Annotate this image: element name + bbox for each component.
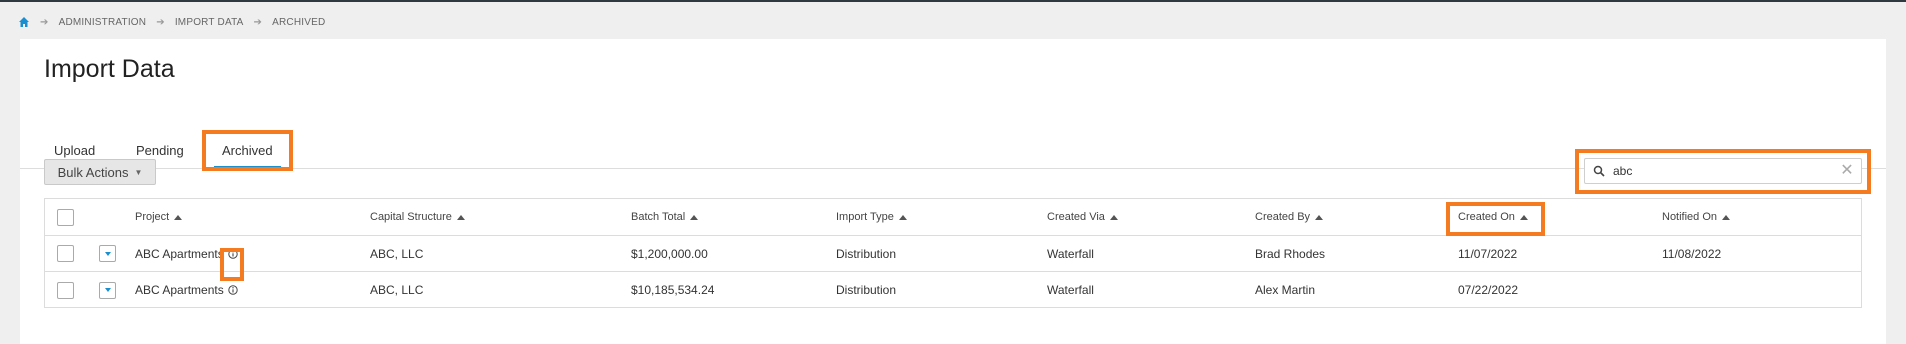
created-on-cell: 11/07/2022 xyxy=(1458,246,1518,261)
clear-search-icon[interactable]: ✕ xyxy=(1839,162,1855,180)
row-expand-button[interactable] xyxy=(99,281,116,299)
info-icon[interactable] xyxy=(228,285,238,295)
tab-pending[interactable]: Pending xyxy=(136,143,184,158)
capital-structure-cell: ABC, LLC xyxy=(370,283,424,297)
column-header-created-by[interactable]: Created By xyxy=(1255,199,1324,235)
archived-imports-table: Project Capital Structure Batch Total Im… xyxy=(44,198,1862,308)
chevron-down-icon: ▼ xyxy=(134,167,143,177)
row-checkbox[interactable] xyxy=(57,245,74,262)
tab-upload[interactable]: Upload xyxy=(54,143,95,158)
table-header-row: Project Capital Structure Batch Total Im… xyxy=(45,199,1861,236)
sort-asc-icon xyxy=(1315,214,1324,220)
batch-total-cell: $1,200,000.00 xyxy=(631,246,708,261)
project-cell[interactable]: ABC Apartments xyxy=(135,247,224,261)
created-on-cell: 07/22/2022 xyxy=(1458,283,1519,297)
sort-asc-icon xyxy=(456,214,465,220)
column-header-created-on[interactable]: Created On xyxy=(1458,199,1528,235)
breadcrumb-archived: ARCHIVED xyxy=(272,16,326,28)
column-header-batch-total[interactable]: Batch Total xyxy=(631,199,699,235)
created-by-cell: Brad Rhodes xyxy=(1255,246,1326,261)
row-expand-button[interactable] xyxy=(99,245,116,262)
search-icon xyxy=(1585,159,1613,183)
bulk-actions-button[interactable]: Bulk Actions ▼ xyxy=(44,159,156,185)
bulk-actions-label: Bulk Actions xyxy=(57,164,129,180)
capital-structure-cell: ABC, LLC xyxy=(370,246,424,261)
breadcrumb: ➔ ADMINISTRATION ➔ IMPORT DATA ➔ ARCHIVE… xyxy=(18,14,325,30)
caret-down-icon xyxy=(104,288,111,292)
chevron-right-icon: ➔ xyxy=(40,16,49,28)
sort-asc-icon xyxy=(898,214,907,220)
notified-on-cell: 11/08/2022 xyxy=(1662,246,1722,261)
sort-asc-icon xyxy=(1519,214,1528,220)
column-header-capital-structure[interactable]: Capital Structure xyxy=(370,199,465,235)
row-checkbox[interactable] xyxy=(57,281,74,299)
search-input[interactable] xyxy=(1613,160,1833,182)
sort-asc-icon xyxy=(690,214,699,220)
project-cell[interactable]: ABC Apartments xyxy=(135,283,224,297)
chevron-right-icon: ➔ xyxy=(253,16,263,28)
breadcrumb-administration[interactable]: ADMINISTRATION xyxy=(59,17,147,28)
column-header-import-type[interactable]: Import Type xyxy=(836,199,907,235)
info-icon[interactable] xyxy=(228,248,238,259)
column-header-created-via[interactable]: Created Via xyxy=(1047,199,1118,235)
import-type-cell: Distribution xyxy=(836,283,897,297)
sort-asc-icon xyxy=(1109,214,1118,220)
main-card: Import Data Upload Pending Archived Bulk… xyxy=(20,39,1886,344)
table-row: ABC Apartments ABC, LLC $1,200,000.00 Di… xyxy=(45,236,1861,272)
table-row: ABC Apartments ABC, LLC $10,185,534.24 D… xyxy=(45,272,1861,308)
search-field[interactable]: ✕ xyxy=(1584,158,1862,184)
chevron-right-icon: ➔ xyxy=(156,16,165,28)
select-all-checkbox[interactable] xyxy=(57,208,74,226)
import-type-cell: Distribution xyxy=(836,246,897,261)
sort-asc-icon xyxy=(174,214,183,220)
home-icon[interactable] xyxy=(18,16,30,28)
tab-archived[interactable]: Archived xyxy=(214,143,281,168)
page-title: Import Data xyxy=(44,55,175,83)
created-by-cell: Alex Martin xyxy=(1255,283,1316,297)
batch-total-cell: $10,185,534.24 xyxy=(631,283,715,297)
created-via-cell: Waterfall xyxy=(1047,246,1094,261)
caret-down-icon xyxy=(104,251,111,256)
sort-asc-icon xyxy=(1722,214,1731,220)
created-via-cell: Waterfall xyxy=(1047,283,1094,297)
column-header-project[interactable]: Project xyxy=(135,199,183,235)
column-header-notified-on[interactable]: Notified On xyxy=(1662,199,1731,235)
breadcrumb-import-data[interactable]: IMPORT DATA xyxy=(175,17,244,28)
